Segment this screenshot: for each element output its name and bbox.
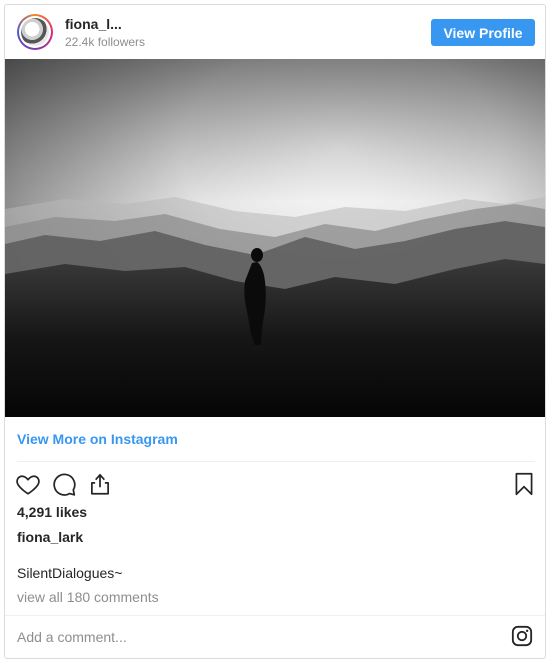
add-comment-input[interactable]	[17, 625, 497, 649]
view-more-link[interactable]: View More on Instagram	[17, 431, 178, 447]
comment-bubble-icon[interactable]	[51, 471, 77, 497]
heart-icon[interactable]	[15, 471, 41, 497]
follower-count: 22.4k followers	[65, 35, 146, 49]
post-header: fiona_l... 22.4k followers View Profile	[5, 5, 545, 59]
avatar[interactable]	[17, 14, 53, 50]
view-profile-button[interactable]: View Profile	[431, 19, 535, 46]
instagram-embed-card: fiona_l... 22.4k followers View Profile	[4, 4, 546, 659]
view-comments-link[interactable]: view all 180 comments	[17, 589, 159, 605]
post-author[interactable]: fiona_lark	[17, 529, 83, 545]
bookmark-icon[interactable]	[511, 471, 537, 497]
username[interactable]: fiona_l...	[65, 16, 122, 32]
like-count[interactable]: 4,291 likes	[17, 504, 87, 520]
post-caption: SilentDialogues~	[17, 565, 123, 581]
share-icon[interactable]	[87, 471, 113, 497]
post-photo[interactable]	[5, 59, 545, 417]
divider	[17, 461, 535, 462]
instagram-icon[interactable]	[511, 625, 533, 647]
divider	[5, 615, 545, 616]
